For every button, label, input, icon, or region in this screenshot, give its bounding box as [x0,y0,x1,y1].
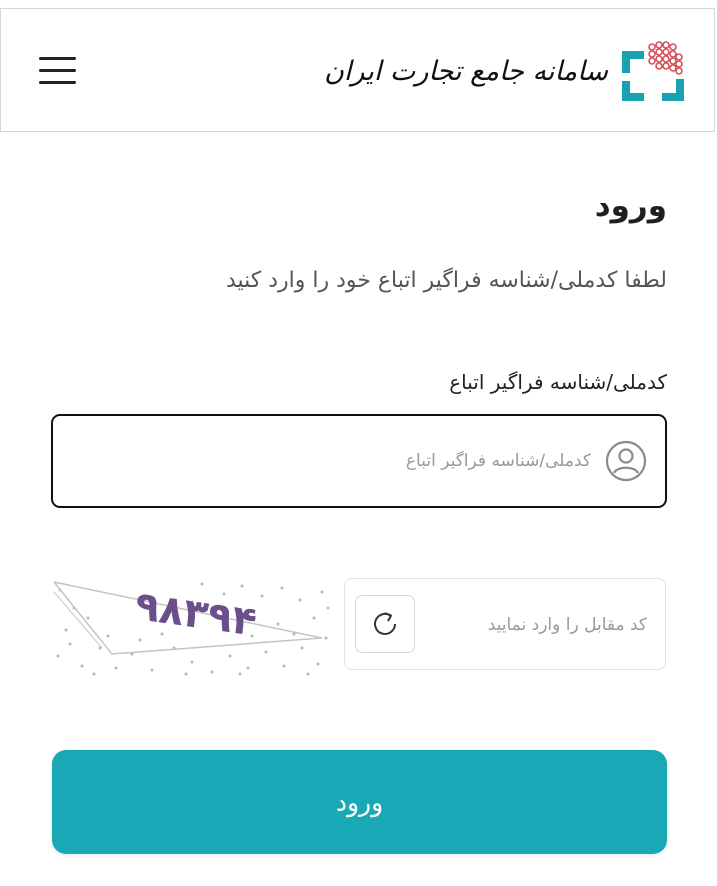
captcha-code-text: ۹۸۳۹۴ [132,583,259,646]
national-id-field[interactable] [51,414,667,508]
site-logo[interactable]: سامانه جامع تجارت ایران [324,39,686,103]
app-header: سامانه جامع تجارت ایران [0,8,715,132]
national-id-input[interactable] [129,442,593,480]
captcha-input[interactable] [425,605,649,645]
ntsw-logo-icon [622,41,684,101]
logo-text: سامانه جامع تجارت ایران [324,55,608,87]
captcha-field[interactable] [344,578,666,670]
user-icon [605,440,647,482]
login-submit-button[interactable]: ورود [52,750,667,854]
captcha-image: ۹۸۳۹۴ [53,581,330,676]
menu-icon[interactable] [39,57,77,87]
page-subtitle: لطفا کدملی/شناسه فراگیر اتباع خود را وار… [225,268,667,293]
page-title: ورود [594,188,667,224]
national-id-label: کدملی/شناسه فراگیر اتباع [449,370,667,394]
refresh-captcha-button[interactable] [355,595,415,653]
refresh-icon [374,612,396,635]
